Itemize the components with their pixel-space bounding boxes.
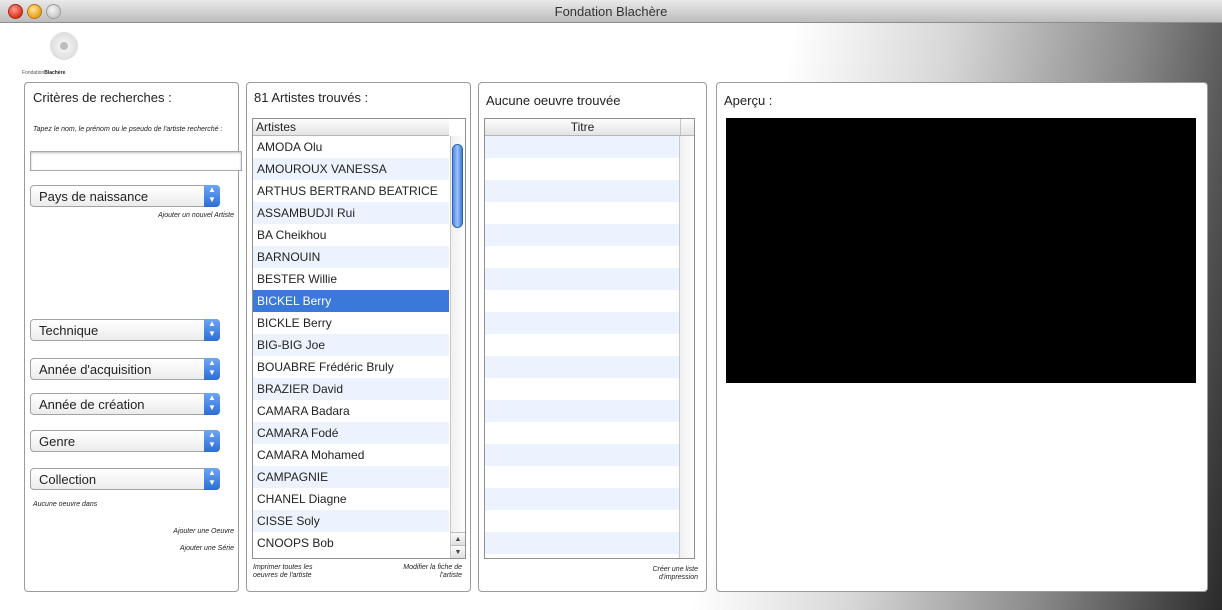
artist-list-item[interactable]: CAMARA Fodé — [253, 422, 449, 444]
preview-title: Aperçu : — [724, 93, 773, 108]
select-arrows-icon: ▲ ▼ — [204, 185, 220, 207]
artists-scrollbar[interactable]: ▲ ▼ — [450, 136, 465, 558]
table-stripe — [485, 356, 680, 378]
artist-list-item[interactable]: BA Cheikhou — [253, 224, 449, 246]
annee-creation-select[interactable]: Année de création ▲ ▼ — [30, 393, 220, 415]
artist-list-item[interactable]: CAMARA Mohamed — [253, 444, 449, 466]
artist-list-item[interactable]: BOUABRE Frédéric Bruly — [253, 356, 449, 378]
select-arrows-icon: ▲ ▼ — [204, 393, 220, 415]
works-table[interactable]: Titre — [484, 118, 695, 559]
genre-select[interactable]: Genre ▲ ▼ — [30, 430, 220, 452]
works-panel: Aucune oeuvre trouvée Titre Créer une li… — [478, 82, 707, 592]
title-bar: Fondation Blachère — [0, 0, 1222, 23]
artists-column-header[interactable]: Artistes — [253, 119, 449, 136]
annee-acquisition-label: Année d'acquisition — [39, 362, 152, 377]
artists-list[interactable]: Artistes AMODA Olu AMOUROUX VANESSA ARTHUS… — [252, 118, 466, 559]
scroll-up-arrow-icon[interactable]: ▲ — [451, 532, 465, 546]
artists-panel: 81 Artistes trouvés : Artistes AMODA Olu… — [246, 82, 471, 592]
preview-panel: Aperçu : — [716, 82, 1208, 592]
collection-label: Collection — [39, 472, 97, 487]
select-arrows-icon: ▲ ▼ — [204, 468, 220, 490]
works-title: Aucune oeuvre trouvée — [486, 93, 621, 108]
collection-select[interactable]: Collection ▲ ▼ — [30, 468, 220, 490]
select-arrows-icon: ▲ ▼ — [204, 430, 220, 452]
artist-list-item[interactable]: AMOUROUX VANESSA — [253, 158, 449, 180]
window-title: Fondation Blachère — [554, 4, 668, 19]
pays-naissance-label: Pays de naissance — [39, 189, 149, 204]
criteria-title: Critères de recherches : — [33, 90, 172, 105]
artist-list-item[interactable]: BESTER Willie — [253, 268, 449, 290]
search-instructions: Tapez le nom, le prénom ou le pseudo de … — [33, 126, 223, 133]
artist-list-item[interactable]: ARTHUS BERTRAND BEATRICE — [253, 180, 449, 202]
select-arrows-icon: ▲ ▼ — [204, 319, 220, 341]
artists-rows: AMODA Olu AMOUROUX VANESSA ARTHUS BERTRAND… — [253, 136, 449, 554]
artist-list-item[interactable]: CHANEL Diagne — [253, 488, 449, 510]
add-artist-link[interactable]: Ajouter un nouvel Artiste — [158, 212, 234, 220]
logo-text: FondationBlachère — [22, 70, 65, 76]
table-stripe — [485, 400, 680, 422]
preview-image — [726, 118, 1196, 383]
artist-search-input[interactable] — [30, 151, 242, 171]
artist-list-item[interactable]: BICKEL Berry — [253, 290, 449, 312]
titre-column-header[interactable]: Titre — [485, 120, 680, 134]
table-stripe — [485, 488, 680, 510]
artist-list-item[interactable]: CAMPAGNIE — [253, 466, 449, 488]
artist-list-item[interactable]: CNOOPS Bob — [253, 532, 449, 554]
scroll-thumb[interactable] — [452, 144, 463, 228]
table-stripe — [485, 180, 680, 202]
select-arrows-icon: ▲ ▼ — [204, 358, 220, 380]
table-stripe — [485, 532, 680, 554]
artist-list-item[interactable]: CAMARA Badara — [253, 400, 449, 422]
logo-name: Blachère — [44, 70, 66, 76]
add-series-link[interactable]: Ajouter une Série — [180, 545, 234, 553]
logo-prefix: Fondation — [22, 70, 45, 76]
criteria-panel: Critères de recherches : Tapez le nom, l… — [24, 82, 242, 592]
artist-list-item[interactable]: BIG-BIG Joe — [253, 334, 449, 356]
artist-list-item[interactable]: BICKLE Berry — [253, 312, 449, 334]
artists-count-title: 81 Artistes trouvés : — [254, 90, 369, 105]
artist-list-item[interactable]: ASSAMBUDJI Rui — [253, 202, 449, 224]
column-separator — [680, 119, 681, 135]
artist-list-item[interactable]: AMODA Olu — [253, 136, 449, 158]
artist-list-item[interactable]: CISSE Soly — [253, 510, 449, 532]
fondation-logo: FondationBlachère — [22, 32, 122, 78]
artist-list-item[interactable]: BARNOUIN — [253, 246, 449, 268]
technique-label: Technique — [39, 323, 99, 338]
annee-acquisition-select[interactable]: Année d'acquisition ▲ ▼ — [30, 358, 220, 380]
table-stripe — [485, 224, 680, 246]
logo-mark — [50, 32, 78, 60]
table-stripe — [485, 268, 680, 290]
scroll-down-arrow-icon[interactable]: ▼ — [451, 545, 465, 558]
print-artist-works-link[interactable]: Imprimer toutes les oeuvres de l'artiste — [253, 564, 338, 580]
create-print-list-link[interactable]: Créer une liste d'impression — [628, 566, 698, 582]
table-stripe — [485, 444, 680, 466]
genre-label: Genre — [39, 434, 76, 449]
annee-creation-label: Année de création — [39, 397, 145, 412]
artist-list-item[interactable]: BRAZIER David — [253, 378, 449, 400]
works-table-header: Titre — [485, 119, 694, 136]
works-scrollbar[interactable] — [679, 136, 694, 558]
no-work-text: Aucune oeuvre dans — [33, 501, 98, 508]
table-stripe — [485, 136, 680, 158]
add-work-link[interactable]: Ajouter une Oeuvre — [173, 528, 234, 536]
table-stripe — [485, 312, 680, 334]
edit-artist-link[interactable]: Modifier la fiche de l'artiste — [382, 564, 462, 580]
technique-select[interactable]: Technique ▲ ▼ — [30, 319, 220, 341]
pays-naissance-select[interactable]: Pays de naissance ▲ ▼ — [30, 185, 220, 207]
